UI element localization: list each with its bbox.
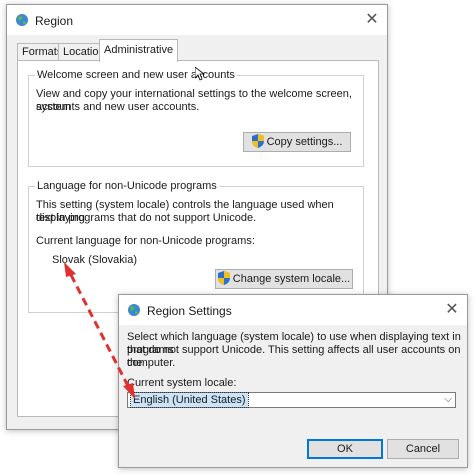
- locale-label: Current system locale:: [127, 377, 237, 389]
- region-titlebar: Region ✕: [7, 5, 387, 35]
- change-system-locale-label: Change system locale...: [232, 273, 351, 285]
- tab-administrative[interactable]: Administrative: [99, 39, 179, 62]
- uac-shield-icon: [217, 271, 230, 285]
- copy-settings-button[interactable]: Copy settings...: [243, 132, 351, 152]
- region-settings-dialog: Region Settings ✕ Select which language …: [118, 294, 468, 468]
- copy-settings-label: Copy settings...: [266, 136, 343, 148]
- cancel-button[interactable]: Cancel: [387, 439, 459, 459]
- uac-shield-icon: [251, 134, 264, 148]
- current-language-label: Current language for non-Unicode program…: [36, 235, 255, 247]
- welcome-group: Welcome screen and new user accounts Vie…: [28, 69, 364, 167]
- dialog-description-line3: computer.: [127, 357, 176, 369]
- close-icon[interactable]: ✕: [357, 5, 387, 35]
- change-system-locale-button[interactable]: Change system locale...: [215, 269, 353, 289]
- system-locale-select[interactable]: English (United States) ⌵: [127, 392, 456, 408]
- close-icon[interactable]: ✕: [437, 295, 467, 325]
- globe-icon: [128, 304, 140, 316]
- system-locale-value: English (United States): [130, 392, 249, 408]
- ok-button[interactable]: OK: [307, 439, 383, 459]
- globe-icon: [16, 14, 28, 26]
- region-title: Region: [35, 14, 74, 28]
- mouse-cursor-icon: [195, 67, 205, 81]
- chevron-down-icon[interactable]: ⌵: [444, 393, 452, 407]
- welcome-description-line2: accounts and new user accounts.: [36, 101, 200, 113]
- dialog-title: Region Settings: [147, 304, 232, 318]
- tab-bar: Formats Location Administrative: [17, 39, 377, 62]
- dialog-titlebar: Region Settings ✕: [119, 295, 467, 325]
- dialog-description-line2: that do not support Unicode. This settin…: [127, 344, 461, 369]
- unicode-group-title: Language for non-Unicode programs: [35, 180, 219, 192]
- welcome-group-title: Welcome screen and new user accounts: [35, 69, 237, 81]
- current-language-value: Slovak (Slovakia): [52, 254, 137, 266]
- unicode-description-line2: text in programs that do not support Uni…: [36, 212, 257, 224]
